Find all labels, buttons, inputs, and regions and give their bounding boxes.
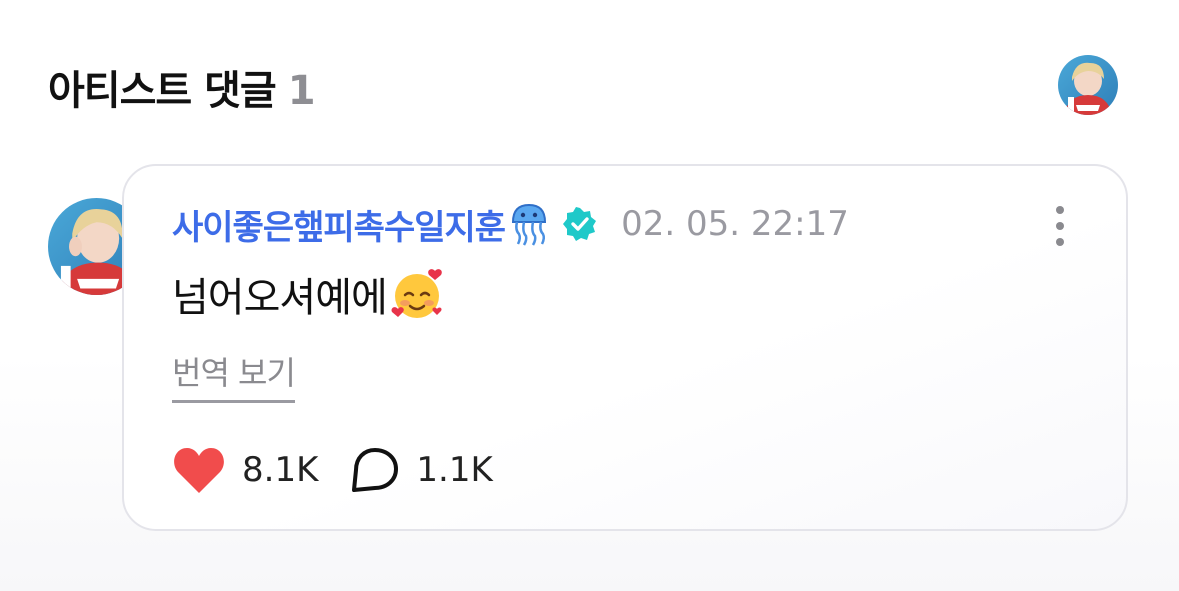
verified-badge-icon — [563, 207, 597, 241]
reply-count: 1.1K — [416, 450, 493, 490]
author-name[interactable]: 사이좋은햎피촉수일지훈 — [172, 200, 506, 249]
avatar-image — [1058, 55, 1118, 115]
comment-actions: 8.1K 1.1K — [172, 444, 493, 496]
like-button[interactable]: 8.1K — [172, 445, 318, 495]
more-vertical-icon — [1056, 206, 1064, 214]
comment-count: 1 — [287, 68, 316, 114]
comment-text: 넘어오셔예에 — [172, 275, 388, 321]
jellyfish-icon — [509, 202, 549, 246]
comment-header: 사이좋은햎피촉수일지훈 02. 05. 22:17 — [172, 200, 849, 249]
section-header: 아티스트 댓글 1 — [48, 58, 316, 116]
smiling-face-with-hearts-icon — [389, 265, 447, 323]
comment-timestamp: 02. 05. 22:17 — [621, 204, 849, 244]
heart-icon — [172, 445, 226, 495]
more-options-button[interactable] — [1042, 202, 1078, 250]
comment-body: 넘어오셔예에 — [172, 264, 447, 324]
comment-card: 사이좋은햎피촉수일지훈 02. 05. 22:17 넘어오셔예에 번역 보기 8… — [122, 164, 1128, 531]
more-vertical-icon-dot — [1056, 238, 1064, 246]
artist-avatar-button[interactable] — [1058, 55, 1118, 115]
section-title: 아티스트 댓글 — [48, 68, 277, 114]
artist-comments-page: 아티스트 댓글 1 사이좋은햎피촉수일지훈 02. 05. 22:17 넘어오셔… — [0, 0, 1179, 591]
like-count: 8.1K — [242, 450, 319, 490]
reply-button[interactable]: 1.1K — [350, 446, 493, 494]
more-vertical-icon-dot — [1056, 222, 1064, 230]
comment-bubble-icon — [350, 446, 400, 494]
translate-link[interactable]: 번역 보기 — [172, 348, 296, 403]
